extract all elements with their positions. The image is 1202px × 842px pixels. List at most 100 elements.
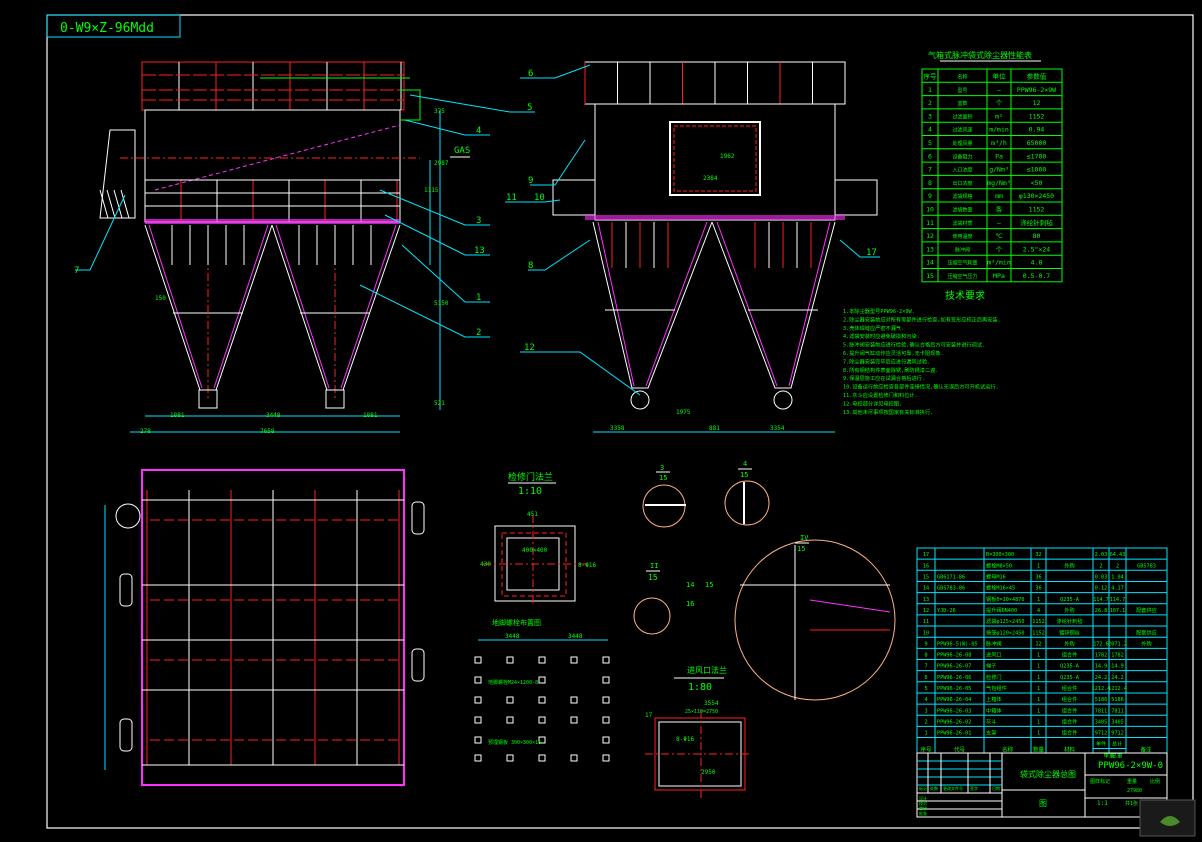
- scale-value: 1:1: [1097, 800, 1108, 807]
- parts-cell: 0.03: [1095, 575, 1108, 581]
- table-cell: 7: [928, 166, 932, 174]
- parts-header: 数量: [1033, 746, 1045, 754]
- parts-cell: 提升阀DN400: [986, 606, 1017, 614]
- parts-cell: 外购: [1141, 639, 1151, 647]
- note-text: 预埋钢板 300×300×16: [488, 739, 541, 746]
- gas-label: GAS: [454, 146, 470, 156]
- dim-text: 3448: [505, 633, 520, 640]
- parts-cell: 组合件: [1062, 729, 1078, 737]
- detail-number: IV: [800, 534, 809, 542]
- dim-text: 375: [434, 108, 445, 115]
- table-cell: 型号: [957, 87, 967, 94]
- drawing-title-upside: 0-W9×Z-96Mdd: [60, 21, 154, 36]
- parts-cell: 1: [1037, 597, 1040, 603]
- table-cell: 序号: [924, 72, 938, 81]
- weight-label: 重量: [1127, 778, 1137, 785]
- table-cell: ≤1700: [1027, 152, 1047, 160]
- table-cell: 名称: [957, 74, 967, 81]
- table-cell: 10: [926, 206, 934, 214]
- company-name: 图: [1039, 799, 1047, 808]
- table-cell: 1: [928, 86, 932, 94]
- parts-cell: 13: [923, 597, 929, 603]
- table-cell: m²: [995, 112, 1003, 120]
- parts-cell: 9712: [1095, 731, 1108, 737]
- parts-cell: PPW96-5(W)-05: [937, 641, 978, 647]
- parts-cell: 脉冲阀: [986, 639, 1002, 647]
- parts-cell: 1782: [1095, 653, 1108, 659]
- parts-cell: 支架: [986, 729, 996, 737]
- parts-cell: 外购: [1064, 606, 1074, 614]
- parts-cell: 3405: [1095, 719, 1108, 725]
- table-cell: 2.5"×24: [1023, 245, 1050, 253]
- parts-cell: 64.43: [1110, 552, 1126, 558]
- parts-cell: 36: [1035, 575, 1041, 581]
- parts-cell: Q235-A: [1060, 597, 1080, 603]
- parts-cell: 9712: [1111, 731, 1124, 737]
- parts-cell: 配套供应: [1136, 628, 1157, 636]
- parts-cell: 气包组件: [986, 684, 1007, 692]
- parts-cell: 6: [924, 675, 927, 681]
- table-cell: 0.94: [1029, 126, 1045, 134]
- sign-label: 更改文件号: [943, 785, 963, 791]
- side-tube-sheet: [585, 215, 845, 220]
- parts-header: 名称: [1002, 746, 1014, 754]
- dim-text: 3354: [770, 425, 785, 432]
- table-cell: 出口浓度: [952, 180, 972, 187]
- parts-header: 序号: [920, 746, 932, 754]
- table-cell: 过滤面积: [952, 113, 972, 120]
- leader-number: 16: [686, 600, 694, 608]
- parts-cell: 1: [924, 731, 927, 737]
- parts-cell: 2.03: [1095, 552, 1108, 558]
- parts-cell: 1.04: [1111, 575, 1124, 581]
- parts-cell: GB6171-86: [937, 575, 965, 581]
- requirement-item: 4.滤袋安装时应避免破损和污染.: [843, 332, 920, 340]
- table-cell: 14: [926, 259, 934, 267]
- cad-drawing-canvas[interactable]: 0-W9×Z-96Mdd GAS 278 7658 1881 3448 1881…: [0, 0, 1202, 842]
- sign-label: 处数: [930, 785, 938, 791]
- detail-scale: 15: [648, 573, 658, 582]
- table-cell: 入口浓度: [952, 167, 972, 174]
- leader-number: 3: [476, 216, 481, 226]
- parts-cell: 10: [923, 630, 929, 636]
- drawing-name: 袋式除尘器总图: [1020, 769, 1076, 779]
- weight-value: 27980: [1127, 788, 1142, 794]
- parts-cell: 组合件: [1062, 651, 1078, 659]
- parts-cell: 24.2: [1095, 675, 1108, 681]
- parts-cell: 1: [1037, 675, 1040, 681]
- table-cell: m/min: [989, 126, 1009, 134]
- parts-cell: 5186: [1111, 697, 1124, 703]
- table-cell: 滤袋数量: [952, 207, 972, 214]
- leader-number: 13: [474, 246, 485, 256]
- table-cell: m³/min: [987, 259, 1011, 267]
- parts-cell: 1: [1037, 664, 1040, 670]
- role-label: 批准: [919, 810, 927, 816]
- requirement-item: 2.除尘器安装前应对所有零部件进行检查,如有变形应校正后再安装.: [843, 315, 1001, 323]
- table-cell: MPa: [993, 272, 1005, 280]
- parts-cell: 1: [1037, 731, 1040, 737]
- parts-cell: 组合件: [1062, 684, 1078, 692]
- table-cell: g/Nm³: [989, 166, 1009, 174]
- dim-text: 3554: [704, 700, 719, 707]
- scale-label: 比例: [1150, 778, 1160, 785]
- parts-cell: 滤袋φ125×2450: [986, 617, 1024, 625]
- parts-cell: 1: [1037, 653, 1040, 659]
- parts-cell: 螺栓M16×45: [986, 584, 1015, 592]
- dim-text: 1881: [363, 412, 378, 419]
- dim-text: 451: [527, 511, 538, 518]
- parts-cell: 1: [1037, 563, 1040, 569]
- parts-cell: 14.9: [1111, 664, 1124, 670]
- table-cell: PPW96-2×9W: [1017, 86, 1056, 94]
- detail-number: 4: [743, 460, 747, 468]
- parts-cell: B=300×300: [986, 552, 1014, 558]
- dim-text: 1115: [424, 187, 439, 194]
- parts-cell: 外购: [1064, 561, 1074, 569]
- table-cell: 15: [926, 272, 934, 280]
- table-cell: 12: [1033, 99, 1041, 107]
- parts-cell: 15: [923, 575, 929, 581]
- dim-text: 150: [155, 295, 166, 302]
- table-cell: 1152: [1029, 206, 1045, 214]
- table-cell: 滤袋材质: [952, 220, 972, 227]
- parts-cell: PPW96-26-05: [937, 686, 971, 692]
- view-title: 检修门法兰: [508, 471, 553, 483]
- parts-cell: 组合件: [1062, 717, 1078, 725]
